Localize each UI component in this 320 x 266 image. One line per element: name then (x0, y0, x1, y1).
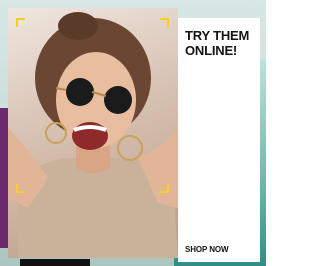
hero-photo (8, 8, 178, 258)
frame-corner-top-right (160, 18, 169, 27)
frame-corner-bottom-left (16, 184, 25, 193)
ad-canvas: TRY THEM ONLINE! SHOP NOW (0, 0, 266, 266)
hero-photo-illustration (8, 12, 178, 258)
text-panel: TRY THEM ONLINE! SHOP NOW (178, 18, 260, 262)
shop-now-link[interactable]: SHOP NOW (185, 245, 229, 255)
frame-corner-top-left (16, 18, 25, 27)
headline: TRY THEM ONLINE! (185, 28, 250, 58)
frame-corner-bottom-right (160, 184, 169, 193)
bottom-bar (20, 259, 90, 266)
